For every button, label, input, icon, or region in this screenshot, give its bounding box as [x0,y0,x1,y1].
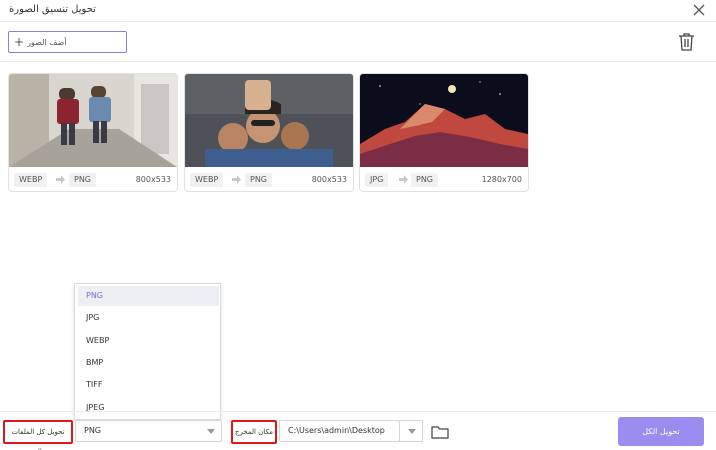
arrow-right-icon [399,175,408,184]
image-dimensions: 800x533 [311,175,347,184]
image-dimensions: 800x533 [135,175,171,184]
close-icon[interactable] [692,3,706,17]
toolbar: + أضف الصور [0,22,716,62]
format-option-webp[interactable]: WEBP [78,331,219,351]
trash-icon[interactable] [678,32,695,52]
format-dropdown-menu: PNG JPG WEBP BMP TIFF JPEG [74,283,221,420]
image-info: WEBP PNG 800x533 [185,167,353,191]
chevron-down-icon [207,429,215,434]
chevron-down-icon [408,429,416,434]
image-dimensions: 1280x700 [481,175,522,184]
folder-icon[interactable] [431,425,449,439]
image-thumbnail-mountain-night [360,74,528,167]
image-converter-window: تحويل تنسيق الصورة + أضف الصور WEBP PNG … [0,0,716,450]
image-card[interactable]: JPG PNG 1280x700 [359,73,529,192]
source-format-badge: WEBP [14,173,48,187]
title-bar: تحويل تنسيق الصورة [0,0,716,22]
plus-icon: + [14,35,25,49]
format-option-png[interactable]: PNG [78,286,219,306]
add-images-label: أضف الصور [27,37,67,47]
bottom-bar: تحويل كل الملفات إلى: PNG مكان المخرج C:… [0,411,716,450]
source-format-badge: WEBP [190,173,224,187]
target-format-badge: PNG [411,173,439,187]
image-info: JPG PNG 1280x700 [360,167,528,191]
convert-all-to-label: تحويل كل الملفات إلى: [3,420,73,450]
image-info: WEBP PNG 800x533 [9,167,177,191]
format-option-bmp[interactable]: BMP [78,353,219,373]
image-card[interactable]: WEBP PNG 800x533 [184,73,354,192]
arrow-right-icon [56,175,65,184]
format-option-jpg[interactable]: JPG [78,308,219,328]
target-format-badge: PNG [69,173,97,187]
window-title: تحويل تنسيق الصورة [9,4,96,15]
image-card[interactable]: WEBP PNG 800x533 [8,73,178,192]
output-path-field[interactable]: C:\Users\admin\Desktop [279,420,400,442]
target-format-badge: PNG [245,173,273,187]
source-format-badge: JPG [365,173,389,187]
output-path-dropdown[interactable] [399,420,423,442]
format-option-tiff[interactable]: TIFF [78,375,219,395]
convert-all-button[interactable]: تحويل الكل [618,417,704,446]
output-path-value: C:\Users\admin\Desktop [288,426,385,435]
format-select-value: PNG [84,426,102,435]
image-thumbnail-kids-selfie [185,74,353,167]
format-select[interactable]: PNG [75,420,222,442]
arrow-right-icon [232,175,241,184]
add-images-button[interactable]: + أضف الصور [8,31,127,53]
output-location-label: مكان المخرج [231,420,277,444]
image-thumbnail-school-hallway [9,74,177,167]
